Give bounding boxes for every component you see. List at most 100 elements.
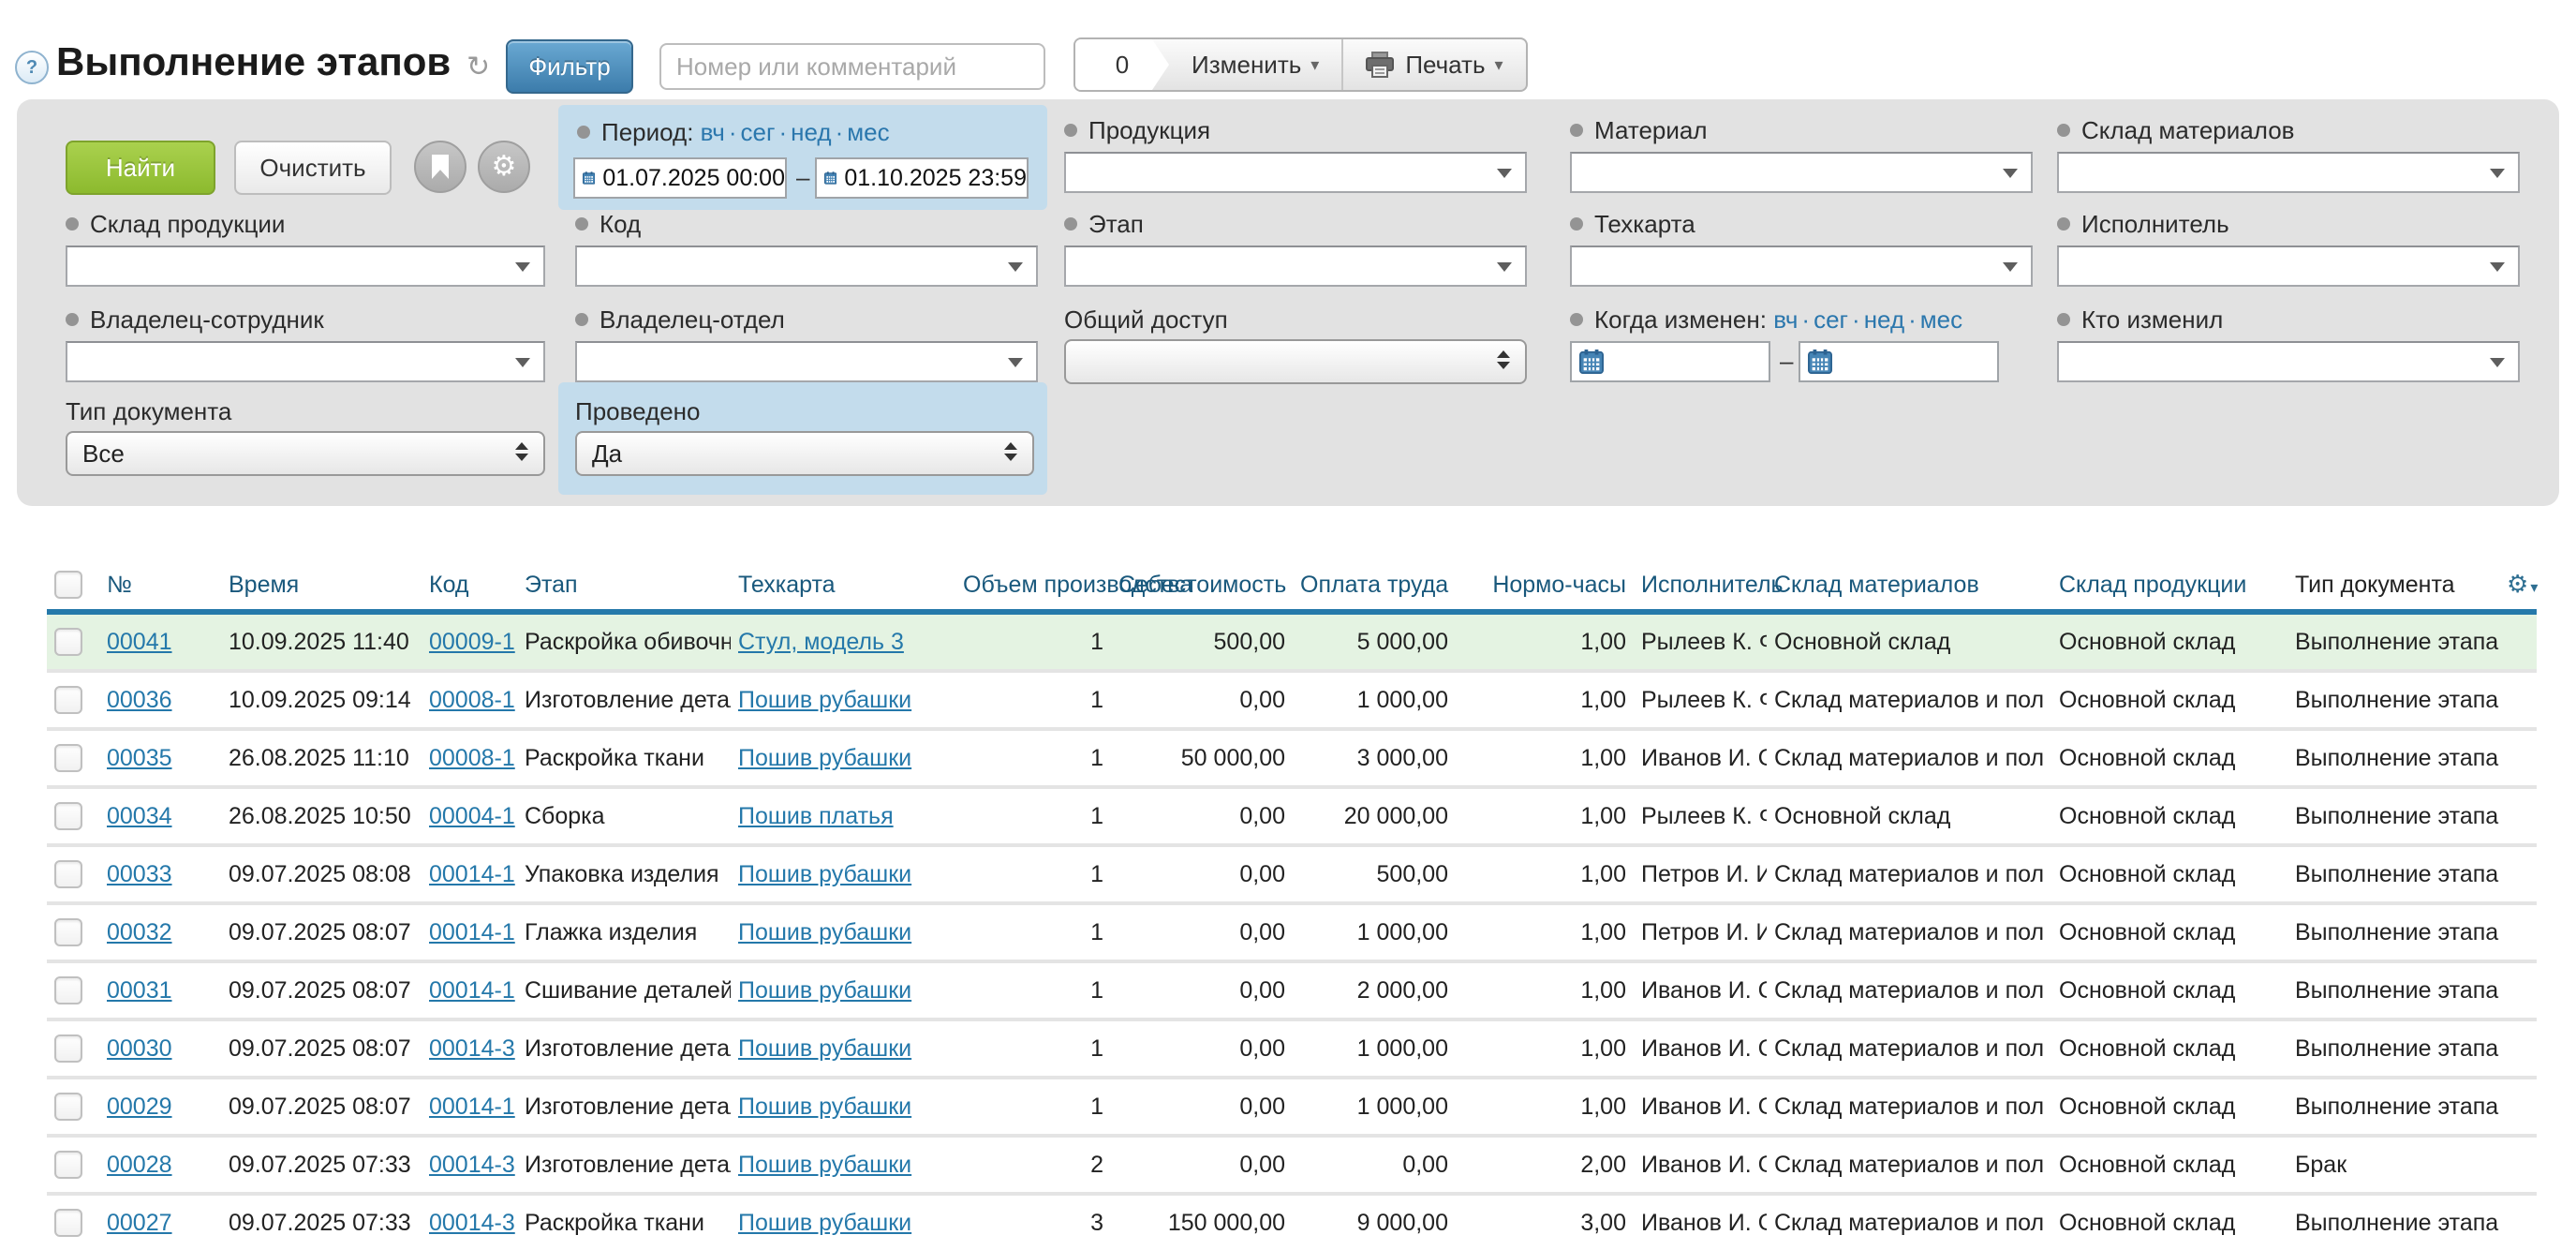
techcard-link[interactable]: Пошив рубашки [738, 687, 911, 713]
who-changed-combobox[interactable] [2057, 341, 2520, 382]
cell-techcard[interactable]: Пошив рубашки [731, 1019, 955, 1078]
cell-num[interactable]: 00035 [99, 729, 221, 787]
cell-techcard[interactable]: Пошив платья [731, 787, 955, 845]
cell-num[interactable]: 00031 [99, 961, 221, 1019]
num-link[interactable]: 00031 [107, 977, 172, 1004]
row-checkbox[interactable] [54, 1093, 82, 1121]
code-link[interactable]: 00014-3 [429, 1152, 515, 1178]
row-checkbox[interactable] [54, 860, 82, 888]
filter-button[interactable]: Фильтр [506, 39, 633, 94]
column-header-prod_store[interactable]: Склад продукции [2051, 560, 2287, 612]
techcard-link[interactable]: Пошив рубашки [738, 861, 911, 887]
techcard-link[interactable]: Пошив рубашки [738, 1210, 911, 1236]
techcard-link[interactable]: Пошив рубашки [738, 1152, 911, 1178]
cell-code[interactable]: 00014-1 [422, 1078, 517, 1136]
techcard-link[interactable]: Пошив платья [738, 803, 894, 829]
shared-access-select[interactable] [1064, 339, 1527, 384]
cell-num[interactable]: 00033 [99, 845, 221, 903]
executor-combobox[interactable] [2057, 246, 2520, 287]
cell-techcard[interactable]: Пошив рубашки [731, 1136, 955, 1194]
material-combobox[interactable] [1570, 152, 2033, 193]
cell-techcard[interactable]: Пошив рубашки [731, 845, 955, 903]
num-link[interactable]: 00029 [107, 1094, 172, 1120]
column-header-time[interactable]: Время [221, 560, 422, 612]
stage-combobox[interactable] [1064, 246, 1527, 287]
techcard-link[interactable]: Пошив рубашки [738, 919, 911, 945]
product-combobox[interactable] [1064, 152, 1527, 193]
save-filter-button[interactable] [414, 141, 466, 193]
clear-button[interactable]: Очистить [234, 141, 392, 195]
row-checkbox[interactable] [54, 1151, 82, 1179]
column-header-mat_store[interactable]: Склад материалов [1767, 560, 2051, 612]
column-header-stage[interactable]: Этап [517, 560, 731, 612]
techcard-link[interactable]: Пошив рубашки [738, 745, 911, 771]
filter-settings-button[interactable]: ⚙ [478, 141, 530, 193]
column-header-pay[interactable]: Оплата труда [1293, 560, 1456, 612]
cell-techcard[interactable]: Пошив рубашки [731, 671, 955, 729]
code-link[interactable]: 00008-1 [429, 687, 515, 713]
row-checkbox[interactable] [54, 744, 82, 772]
cell-techcard[interactable]: Пошив рубашки [731, 961, 955, 1019]
owner-employee-combobox[interactable] [66, 341, 545, 382]
when-changed-to-input[interactable] [1799, 341, 1999, 382]
cell-code[interactable]: 00009-1 [422, 612, 517, 671]
when-changed-shortcut-week[interactable]: нед [1864, 305, 1904, 334]
num-link[interactable]: 00041 [107, 629, 172, 655]
code-link[interactable]: 00014-1 [429, 977, 515, 1004]
period-shortcut-today[interactable]: сег [741, 118, 776, 146]
cell-code[interactable]: 00008-1 [422, 729, 517, 787]
cell-num[interactable]: 00030 [99, 1019, 221, 1078]
when-changed-shortcut-yesterday[interactable]: вч [1773, 305, 1798, 334]
code-link[interactable]: 00014-3 [429, 1210, 515, 1236]
num-link[interactable]: 00033 [107, 861, 172, 887]
cell-techcard[interactable]: Пошив рубашки [731, 1194, 955, 1250]
cell-code[interactable]: 00014-1 [422, 961, 517, 1019]
code-combobox[interactable] [575, 246, 1038, 287]
select-all-checkbox[interactable] [54, 571, 82, 599]
product-store-combobox[interactable] [66, 246, 545, 287]
edit-button[interactable]: Изменить ▾ [1169, 39, 1341, 90]
cell-code[interactable]: 00014-3 [422, 1019, 517, 1078]
cell-techcard[interactable]: Пошив рубашки [731, 903, 955, 961]
code-link[interactable]: 00014-3 [429, 1035, 515, 1062]
row-checkbox[interactable] [54, 976, 82, 1004]
num-link[interactable]: 00036 [107, 687, 172, 713]
column-header-executor[interactable]: Исполнитель [1634, 560, 1767, 612]
period-to-input[interactable]: 01.10.2025 23:59 [815, 157, 1029, 199]
search-input[interactable] [659, 43, 1045, 90]
code-link[interactable]: 00004-1 [429, 803, 515, 829]
cell-code[interactable]: 00014-3 [422, 1194, 517, 1250]
cell-num[interactable]: 00028 [99, 1136, 221, 1194]
row-checkbox[interactable] [54, 802, 82, 830]
cell-num[interactable]: 00034 [99, 787, 221, 845]
column-header-techcard[interactable]: Техкарта [731, 560, 955, 612]
techcard-link[interactable]: Пошив рубашки [738, 977, 911, 1004]
cell-num[interactable]: 00041 [99, 612, 221, 671]
column-header-num[interactable]: № [99, 560, 221, 612]
techcard-combobox[interactable] [1570, 246, 2033, 287]
cell-code[interactable]: 00008-1 [422, 671, 517, 729]
cell-code[interactable]: 00014-3 [422, 1136, 517, 1194]
techcard-link[interactable]: Стул, модель 3 [738, 629, 904, 655]
material-store-combobox[interactable] [2057, 152, 2520, 193]
row-checkbox[interactable] [54, 628, 82, 656]
when-changed-shortcut-month[interactable]: мес [1920, 305, 1962, 334]
cell-code[interactable]: 00014-1 [422, 845, 517, 903]
row-checkbox[interactable] [54, 918, 82, 946]
period-shortcut-week[interactable]: нед [791, 118, 831, 146]
row-checkbox[interactable] [54, 1034, 82, 1063]
cell-code[interactable]: 00014-1 [422, 903, 517, 961]
code-link[interactable]: 00014-1 [429, 861, 515, 887]
cell-techcard[interactable]: Стул, модель 3 [731, 612, 955, 671]
code-link[interactable]: 00014-1 [429, 919, 515, 945]
period-shortcut-yesterday[interactable]: вч [701, 118, 725, 146]
num-link[interactable]: 00027 [107, 1210, 172, 1236]
column-settings-gear-icon[interactable]: ⚙▾ [2507, 571, 2538, 599]
print-button[interactable]: Печать ▾ [1341, 39, 1525, 90]
num-link[interactable]: 00030 [107, 1035, 172, 1062]
num-link[interactable]: 00034 [107, 803, 172, 829]
column-header-hours[interactable]: Нормо-часы [1456, 560, 1634, 612]
num-link[interactable]: 00028 [107, 1152, 172, 1178]
period-shortcut-month[interactable]: мес [847, 118, 889, 146]
when-changed-from-input[interactable] [1570, 341, 1770, 382]
